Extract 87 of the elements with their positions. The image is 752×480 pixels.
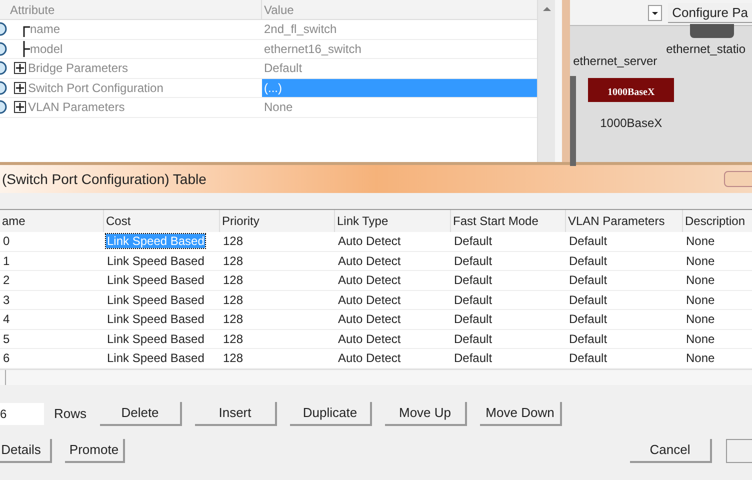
table-cell: Auto Detect	[337, 292, 402, 307]
table-cell: Link Speed Based	[106, 254, 206, 268]
attribute-value[interactable]: 2nd_fl_switch	[262, 20, 537, 38]
table-cell: None	[685, 312, 716, 326]
attribute-value[interactable]: ethernet16_switch	[262, 40, 537, 58]
table-cell: Default	[568, 332, 608, 346]
dialog-button[interactable]: Delete	[100, 402, 182, 426]
dialog-button[interactable]: Promote	[65, 438, 125, 462]
attribute-value[interactable]: None	[262, 98, 537, 116]
scroll-up-icon[interactable]	[542, 6, 550, 12]
table-cell: 5	[2, 332, 11, 346]
column-header[interactable]: Link Type	[335, 210, 451, 232]
table-cell: Link Speed Based	[106, 234, 206, 248]
table-cell: Link Speed Based	[106, 273, 206, 288]
table-cell: Auto Detect	[337, 312, 402, 326]
table-cell: Default	[453, 254, 494, 268]
server-icon[interactable]	[690, 24, 734, 38]
table-cell: Default	[453, 292, 494, 307]
table-cell: Auto Detect	[337, 351, 402, 366]
node-label: ethernet_server	[573, 53, 658, 70]
attribute-name: name	[30, 21, 60, 38]
table-cell: Auto Detect	[337, 332, 402, 346]
dialog-button[interactable]: Move Down	[480, 402, 562, 426]
dialog-title: (Switch Port Configuration) Table	[1, 170, 206, 189]
table-cell: Auto Detect	[337, 234, 402, 248]
table-cell: Auto Detect	[337, 273, 402, 288]
expand-icon[interactable]	[14, 62, 26, 74]
table-cell: None	[685, 292, 716, 307]
dialog-button[interactable]: Insert	[195, 402, 277, 426]
scrollbar[interactable]	[537, 0, 555, 162]
dialog-button[interactable]: Duplicate	[290, 402, 372, 426]
node-label: ethernet_statio	[666, 41, 746, 58]
table-cell: Default	[453, 273, 494, 288]
table-cell: 128	[222, 234, 244, 248]
table-cell: 0	[2, 234, 11, 248]
table-cell: Default	[568, 254, 608, 268]
rows-field[interactable]: 6	[0, 402, 44, 424]
table-cell: 128	[222, 351, 244, 366]
table-cell: Auto Detect	[337, 254, 402, 268]
rows-label: Rows	[54, 404, 88, 423]
table-cell: Default	[453, 234, 494, 248]
attribute-name: model	[30, 40, 63, 58]
column-header[interactable]: ame	[0, 210, 104, 232]
table-cell: 2	[2, 273, 11, 288]
attribute-name: VLAN Parameters	[28, 99, 125, 116]
column-header[interactable]: Description	[683, 210, 752, 232]
table-cell: 128	[222, 292, 244, 307]
expand-icon[interactable]	[14, 101, 26, 114]
dialog-button[interactable]: Cancel	[630, 438, 712, 462]
table-cell: Default	[568, 273, 608, 288]
table-cell: 128	[222, 312, 244, 326]
table-cell: Default	[568, 312, 608, 326]
table-cell: 128	[222, 273, 244, 288]
dialog-button[interactable]: Details	[0, 438, 52, 462]
table-cell: None	[685, 234, 716, 248]
table-cell: 3	[2, 292, 11, 307]
table-cell: Link Speed Based	[106, 351, 206, 366]
attribute-name: Bridge Parameters	[28, 60, 128, 78]
table-cell: None	[685, 273, 716, 288]
table-cell: Default	[568, 292, 608, 307]
table-cell: 128	[222, 254, 244, 268]
table-cell: Default	[453, 351, 494, 366]
column-header[interactable]: Priority	[220, 210, 335, 232]
attribute-value[interactable]: Default	[262, 59, 537, 78]
attribute-name: Switch Port Configuration	[28, 80, 164, 97]
table-cell: 4	[2, 312, 11, 326]
table-cell: None	[685, 351, 716, 366]
table-cell: 128	[222, 332, 244, 346]
link-label: 1000BaseX	[600, 115, 662, 132]
table-cell: None	[685, 332, 716, 346]
table-cell: Link Speed Based	[106, 332, 206, 346]
expand-icon[interactable]	[14, 82, 26, 94]
dialog-button[interactable]: Move Up	[385, 402, 467, 426]
link-icon[interactable]: 1000BaseX	[588, 78, 674, 102]
column-header[interactable]: VLAN Parameters	[566, 210, 683, 232]
table-cell: Default	[453, 312, 494, 326]
horizontal-scrollbar[interactable]	[0, 368, 752, 384]
table-cell: 6	[2, 351, 11, 366]
table-cell: Default	[453, 332, 494, 346]
table-cell: 1	[2, 254, 11, 268]
table-cell: Default	[568, 351, 608, 366]
column-header[interactable]: Cost	[104, 210, 220, 232]
table-cell: Default	[568, 234, 608, 248]
column-header[interactable]: Fast Start Mode	[451, 210, 566, 232]
table-cell: None	[685, 254, 716, 268]
table-cell: Link Speed Based	[106, 312, 206, 326]
table-cell: Link Speed Based	[106, 292, 206, 307]
